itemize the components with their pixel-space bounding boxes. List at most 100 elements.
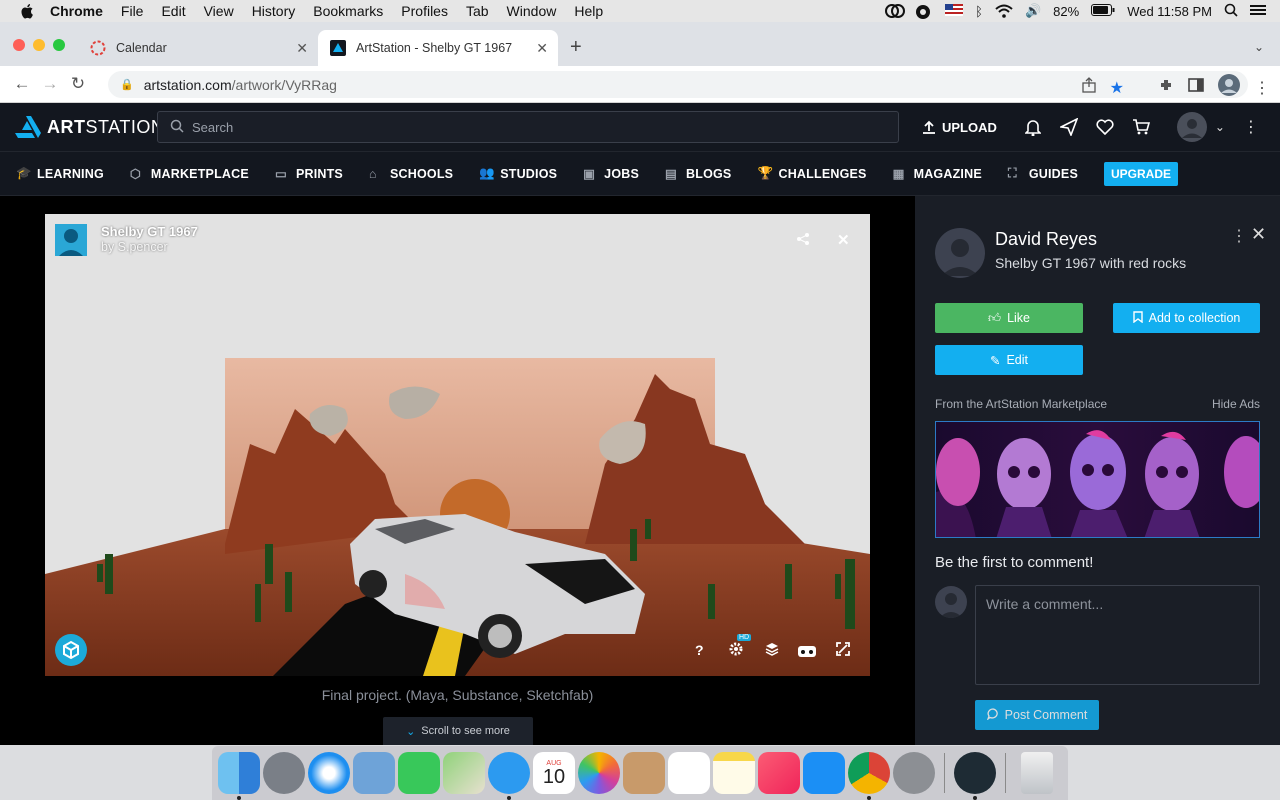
new-tab-icon[interactable]: +	[570, 36, 582, 59]
tab-calendar[interactable]: Calendar ✕	[78, 30, 318, 66]
mail-stamp-icon[interactable]	[353, 752, 395, 794]
nav-marketplace[interactable]: ⬡ MARKETPLACE	[130, 167, 249, 182]
scene-render[interactable]	[45, 214, 870, 676]
nav-guides[interactable]: ⛶ GUIDES	[1008, 166, 1078, 181]
nav-studios[interactable]: 👥 STUDIOS	[479, 166, 557, 181]
tab-search-icon[interactable]: ⌄	[1254, 40, 1264, 54]
battery-icon[interactable]	[1091, 4, 1115, 18]
cart-icon[interactable]	[1123, 119, 1159, 135]
nav-learning[interactable]: 🎓 LEARNING	[16, 166, 104, 181]
profile-avatar[interactable]	[1218, 74, 1240, 101]
calendar-icon[interactable]: AUG 10	[533, 752, 575, 794]
us-flag-icon[interactable]	[945, 4, 964, 18]
comment-textarea[interactable]: Write a comment...	[975, 585, 1260, 685]
close-viewer-icon[interactable]: ✕	[837, 231, 850, 249]
chrome-menu-icon[interactable]: ⋮	[1254, 78, 1270, 98]
menu-tab[interactable]: Tab	[466, 3, 489, 19]
share-icon[interactable]	[796, 232, 810, 251]
nav-schools[interactable]: ⌂ SCHOOLS	[369, 167, 453, 181]
wifi-icon[interactable]	[995, 4, 1013, 18]
menu-file[interactable]: File	[121, 3, 144, 19]
lock-icon[interactable]: 🔒	[120, 78, 134, 91]
gitkraken-icon[interactable]	[954, 752, 996, 800]
artist-name[interactable]: David Reyes	[995, 229, 1097, 250]
menu-view[interactable]: View	[204, 3, 234, 19]
hide-ads-link[interactable]: Hide Ads	[1212, 397, 1260, 411]
trash-icon[interactable]	[1021, 752, 1053, 794]
nav-challenges[interactable]: 🏆 CHALLENGES	[757, 166, 866, 181]
nav-jobs[interactable]: ▣ JOBS	[583, 167, 639, 182]
likes-heart-icon[interactable]	[1087, 119, 1123, 135]
sidepanel-icon[interactable]	[1188, 78, 1204, 97]
photos-icon[interactable]	[578, 752, 620, 794]
menu-help[interactable]: Help	[574, 3, 603, 19]
close-tab-icon[interactable]: ✕	[536, 40, 548, 57]
creative-cloud-icon[interactable]	[885, 4, 906, 18]
spotlight-icon[interactable]	[1224, 3, 1238, 20]
back-icon[interactable]: ←	[8, 74, 36, 94]
sketchfab-logo-icon[interactable]	[55, 634, 87, 671]
chrome-icon[interactable]	[848, 752, 890, 800]
artstation-logo[interactable]: ARTSTATION	[15, 116, 164, 138]
finder-icon[interactable]	[218, 752, 260, 800]
close-icon[interactable]: ✕	[1251, 224, 1266, 245]
share-icon[interactable]	[1082, 77, 1096, 98]
scroll-more-button[interactable]: ⌄ Scroll to see more	[383, 717, 533, 745]
reload-icon[interactable]: ↻	[64, 74, 92, 94]
more-options-icon[interactable]: ⋮	[1231, 226, 1247, 246]
extensions-icon[interactable]	[1158, 77, 1174, 98]
bookmark-star-icon[interactable]: ★	[1110, 78, 1124, 98]
safari-icon[interactable]	[308, 752, 350, 794]
messages-paperplane-icon[interactable]	[1051, 118, 1087, 136]
model-author[interactable]: by S.pencer	[101, 240, 168, 254]
contacts-icon[interactable]	[623, 752, 665, 794]
edit-button[interactable]: ✎ Edit	[935, 345, 1083, 375]
bluetooth-icon[interactable]: ᛒ	[975, 4, 983, 19]
notifications-bell-icon[interactable]	[1015, 118, 1051, 136]
nav-prints[interactable]: ▭ PRINTS	[275, 167, 343, 182]
sketchfab-3d-viewer[interactable]: Shelby GT 1967 by S.pencer ✕ ? HD	[45, 214, 870, 676]
forward-icon[interactable]: →	[36, 74, 64, 94]
notes-icon[interactable]	[713, 752, 755, 794]
settings-gear-icon[interactable]	[728, 641, 744, 662]
system-preferences-icon[interactable]	[893, 752, 935, 794]
add-to-collection-button[interactable]: Add to collection	[1113, 303, 1260, 333]
more-menu-icon[interactable]: ⋮	[1239, 117, 1263, 137]
music-icon[interactable]	[758, 752, 800, 794]
vr-headset-icon[interactable]	[798, 644, 816, 662]
artist-avatar[interactable]	[935, 228, 985, 278]
apple-icon[interactable]	[20, 3, 36, 19]
menu-window[interactable]: Window	[507, 3, 557, 19]
control-center-icon[interactable]	[1250, 3, 1266, 20]
fullscreen-icon[interactable]	[836, 642, 850, 661]
post-comment-button[interactable]: Post Comment	[975, 700, 1099, 730]
menu-profiles[interactable]: Profiles	[401, 3, 448, 19]
menu-app-name[interactable]: Chrome	[50, 3, 103, 19]
close-window-icon[interactable]	[13, 39, 25, 51]
upload-button[interactable]: UPLOAD	[922, 120, 997, 135]
menu-edit[interactable]: Edit	[161, 3, 185, 19]
volume-icon[interactable]: 🔊	[1025, 3, 1041, 19]
marketplace-ad-banner[interactable]	[935, 421, 1260, 538]
launchpad-icon[interactable]	[263, 752, 305, 794]
nav-blogs[interactable]: ▤ BLOGS	[665, 167, 731, 182]
address-bar[interactable]: 🔒 artstation.com/artwork/VyRRag	[108, 71, 1248, 98]
tab-artstation[interactable]: ArtStation - Shelby GT 1967 ✕	[318, 30, 558, 66]
messages-icon[interactable]	[488, 752, 530, 800]
facetime-icon[interactable]	[398, 752, 440, 794]
app-store-icon[interactable]	[803, 752, 845, 794]
zoom-window-icon[interactable]	[53, 39, 65, 51]
minimize-window-icon[interactable]	[33, 39, 45, 51]
menu-bookmarks[interactable]: Bookmarks	[313, 3, 383, 19]
nav-magazine[interactable]: ▦ MAGAZINE	[893, 167, 982, 182]
menu-history[interactable]: History	[252, 3, 296, 19]
layers-icon[interactable]	[765, 642, 779, 661]
menubar-clock[interactable]: Wed 11:58 PM	[1127, 4, 1212, 19]
maps-icon[interactable]	[443, 752, 485, 794]
status-circle-icon[interactable]	[915, 4, 933, 19]
like-button[interactable]: 👍︎ Like	[935, 303, 1083, 333]
search-input[interactable]: Search	[157, 111, 899, 143]
close-tab-icon[interactable]: ✕	[296, 40, 308, 57]
author-avatar[interactable]	[55, 224, 87, 256]
help-icon[interactable]: ?	[695, 642, 704, 658]
